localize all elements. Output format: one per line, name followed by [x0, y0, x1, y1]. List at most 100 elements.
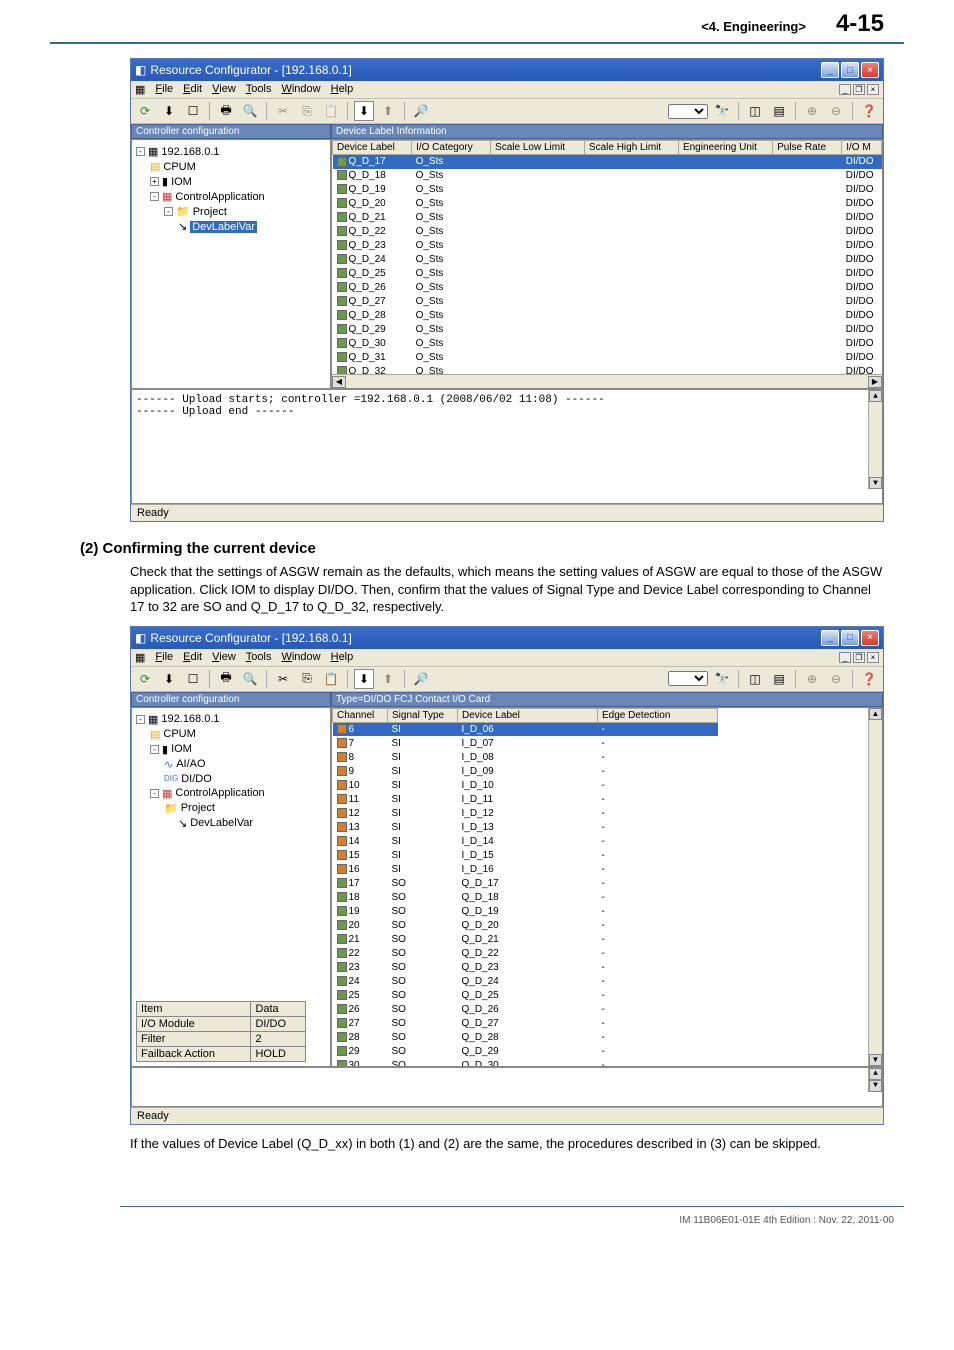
- copy-icon[interactable]: ⎘: [297, 101, 317, 121]
- tree-devlabelvar[interactable]: ↘DevLabelVar: [136, 816, 326, 831]
- col-scale-high[interactable]: Scale High Limit: [584, 141, 678, 155]
- table-row[interactable]: 25SOQ_D_25-: [333, 988, 718, 1002]
- menu-edit[interactable]: Edit: [183, 651, 202, 664]
- preview-icon[interactable]: 🔍: [240, 101, 260, 121]
- app-small-icon[interactable]: ▦: [135, 651, 145, 664]
- tree-pane-icon[interactable]: ◫: [745, 101, 765, 121]
- table-row[interactable]: 30SOQ_D_30-: [333, 1058, 718, 1066]
- paste-icon[interactable]: 📋: [321, 101, 341, 121]
- app-small-icon[interactable]: ▦: [135, 83, 145, 96]
- mdi-close-button[interactable]: ×: [867, 652, 879, 663]
- menu-help[interactable]: Help: [331, 651, 354, 664]
- menu-help[interactable]: Help: [331, 83, 354, 96]
- col-eng-unit[interactable]: Engineering Unit: [678, 141, 772, 155]
- refresh-icon[interactable]: ⟳: [135, 669, 155, 689]
- horizontal-scrollbar[interactable]: ◀ ▶: [332, 374, 882, 388]
- tree-cpum[interactable]: ▤CPUM: [136, 727, 326, 742]
- col-pulse-rate[interactable]: Pulse Rate: [773, 141, 842, 155]
- table-row[interactable]: Q_D_17O_StsDI/DO: [333, 155, 882, 169]
- table-row[interactable]: Q_D_30O_StsDI/DO: [333, 337, 882, 351]
- table-row[interactable]: 18SOQ_D_18-: [333, 890, 718, 904]
- table-row[interactable]: 21SOQ_D_21-: [333, 932, 718, 946]
- maximize-button[interactable]: □: [841, 630, 859, 646]
- table-row[interactable]: 19SOQ_D_19-: [333, 904, 718, 918]
- table-row[interactable]: Q_D_31O_StsDI/DO: [333, 351, 882, 365]
- col-device-label[interactable]: Device Label: [458, 708, 598, 722]
- device-label-table[interactable]: Device Label I/O Category Scale Low Limi…: [332, 140, 882, 374]
- tree-root[interactable]: -▦192.168.0.1: [136, 144, 326, 159]
- disconnect-icon[interactable]: ☐: [183, 669, 203, 689]
- tree-iom[interactable]: -▮IOM: [136, 742, 326, 757]
- maximize-button[interactable]: □: [841, 62, 859, 78]
- binoculars-icon[interactable]: 🔭: [712, 669, 732, 689]
- zoom-in-icon[interactable]: ⊕: [802, 101, 822, 121]
- table-row[interactable]: Q_D_20O_StsDI/DO: [333, 197, 882, 211]
- close-button[interactable]: ×: [861, 62, 879, 78]
- menu-tools[interactable]: Tools: [246, 83, 272, 96]
- col-io-category[interactable]: I/O Category: [412, 141, 491, 155]
- print-icon[interactable]: 🖶: [216, 669, 236, 689]
- tree-project[interactable]: -📁Project: [136, 204, 326, 219]
- menu-file[interactable]: File: [155, 83, 173, 96]
- table-row[interactable]: Q_D_18O_StsDI/DO: [333, 169, 882, 183]
- upload-icon[interactable]: ⬆: [378, 669, 398, 689]
- table-row[interactable]: Q_D_24O_StsDI/DO: [333, 253, 882, 267]
- table-row[interactable]: 20SOQ_D_20-: [333, 918, 718, 932]
- tree-dido[interactable]: DIGDI/DO: [136, 772, 326, 786]
- menu-view[interactable]: View: [212, 651, 236, 664]
- table-row[interactable]: Q_D_27O_StsDI/DO: [333, 295, 882, 309]
- cut-icon[interactable]: ✂: [273, 669, 293, 689]
- table-row[interactable]: 9SII_D_09-: [333, 764, 718, 778]
- table-row[interactable]: 23SOQ_D_23-: [333, 960, 718, 974]
- tree-root[interactable]: -▦192.168.0.1: [136, 712, 326, 727]
- paste-icon[interactable]: 📋: [321, 669, 341, 689]
- col-channel[interactable]: Channel: [333, 708, 388, 722]
- tree-cpum[interactable]: ▤CPUM: [136, 159, 326, 174]
- col-device-label[interactable]: Device Label: [333, 141, 412, 155]
- help-icon[interactable]: ❓: [859, 101, 879, 121]
- table-row[interactable]: Q_D_26O_StsDI/DO: [333, 281, 882, 295]
- connect-icon[interactable]: ⬇: [159, 669, 179, 689]
- table-row[interactable]: 22SOQ_D_22-: [333, 946, 718, 960]
- list-pane-icon[interactable]: ▤: [769, 669, 789, 689]
- copy-icon[interactable]: ⎘: [297, 669, 317, 689]
- table-row[interactable]: 8SII_D_08-: [333, 750, 718, 764]
- table-row[interactable]: 6SII_D_06-: [333, 722, 718, 736]
- table-row[interactable]: 12SII_D_12-: [333, 806, 718, 820]
- print-icon[interactable]: 🖶: [216, 101, 236, 121]
- find-icon[interactable]: 🔎: [411, 101, 431, 121]
- help-icon[interactable]: ❓: [859, 669, 879, 689]
- menu-window[interactable]: Window: [281, 651, 320, 664]
- upload-icon[interactable]: ⬆: [378, 101, 398, 121]
- download-icon[interactable]: ⬇: [354, 669, 374, 689]
- zoom-out-icon[interactable]: ⊖: [826, 101, 846, 121]
- toolbar-combo[interactable]: [668, 104, 708, 119]
- mdi-restore-button[interactable]: ❐: [853, 84, 865, 95]
- table-row[interactable]: 7SII_D_07-: [333, 736, 718, 750]
- tree-pane-icon[interactable]: ◫: [745, 669, 765, 689]
- table-row[interactable]: 10SII_D_10-: [333, 778, 718, 792]
- table-row[interactable]: Q_D_32O_StsDI/DO: [333, 365, 882, 375]
- table-row[interactable]: 14SII_D_14-: [333, 834, 718, 848]
- log-vscroll[interactable]: ▲▼: [868, 1068, 882, 1092]
- minimize-button[interactable]: _: [821, 630, 839, 646]
- table-row[interactable]: Q_D_22O_StsDI/DO: [333, 225, 882, 239]
- table-row[interactable]: 27SOQ_D_27-: [333, 1016, 718, 1030]
- refresh-icon[interactable]: ⟳: [135, 101, 155, 121]
- titlebar[interactable]: ◧Resource Configurator - [192.168.0.1] _…: [131, 59, 883, 81]
- col-scale-low[interactable]: Scale Low Limit: [491, 141, 585, 155]
- col-edge-detection[interactable]: Edge Detection: [598, 708, 718, 722]
- zoom-out-icon[interactable]: ⊖: [826, 669, 846, 689]
- minimize-button[interactable]: _: [821, 62, 839, 78]
- binoculars-icon[interactable]: 🔭: [712, 101, 732, 121]
- table-row[interactable]: 13SII_D_13-: [333, 820, 718, 834]
- table-row[interactable]: Q_D_28O_StsDI/DO: [333, 309, 882, 323]
- menu-view[interactable]: View: [212, 83, 236, 96]
- menu-tools[interactable]: Tools: [246, 651, 272, 664]
- menu-file[interactable]: File: [155, 651, 173, 664]
- close-button[interactable]: ×: [861, 630, 879, 646]
- tree-project[interactable]: 📁Project: [136, 801, 326, 816]
- preview-icon[interactable]: 🔍: [240, 669, 260, 689]
- tree-iom[interactable]: +▮IOM: [136, 174, 326, 189]
- mdi-restore-button[interactable]: ❐: [853, 652, 865, 663]
